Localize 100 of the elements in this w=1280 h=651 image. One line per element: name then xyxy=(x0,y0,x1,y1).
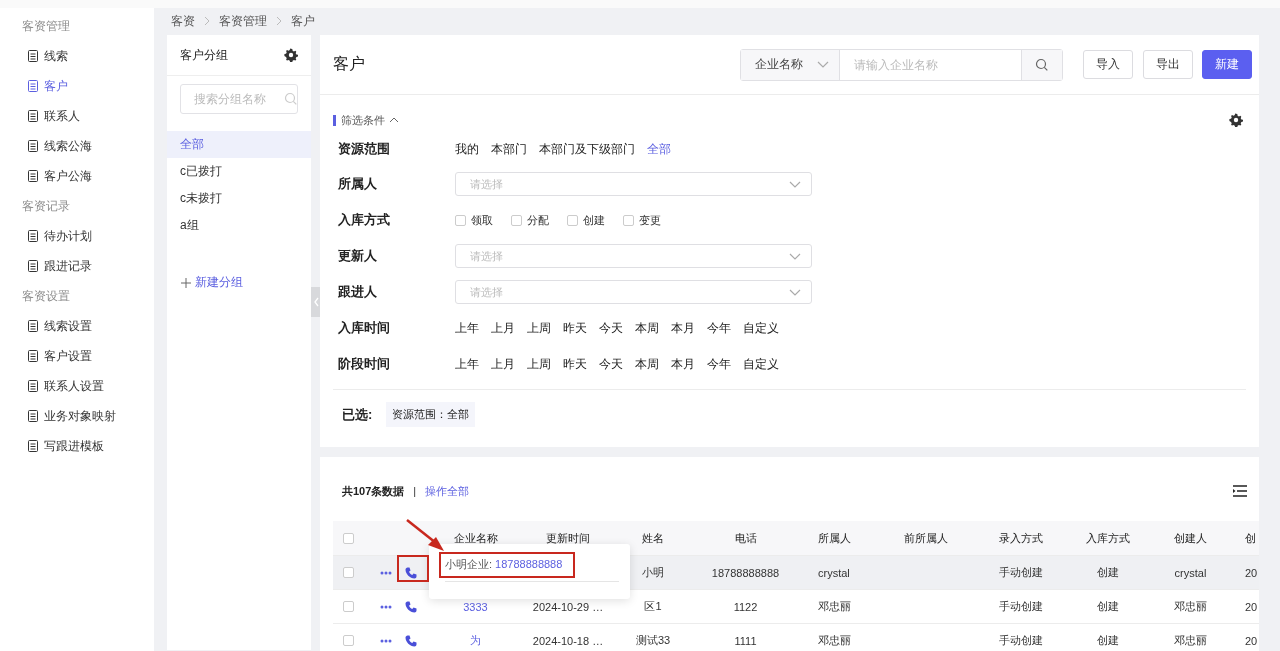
company-link[interactable]: 3333 xyxy=(463,600,488,613)
group-item[interactable]: a组 xyxy=(167,212,311,239)
action-button[interactable]: 导出 xyxy=(1143,50,1193,79)
plus-icon xyxy=(181,277,191,288)
filter-option[interactable]: 我的 xyxy=(455,140,479,158)
filter-option[interactable]: 今天 xyxy=(599,319,623,337)
document-icon xyxy=(27,259,39,273)
group-item[interactable]: c已拨打 xyxy=(167,158,311,185)
action-button[interactable]: 新建 xyxy=(1202,50,1252,79)
sidebar-item[interactable]: 跟进记录 xyxy=(0,258,154,274)
column-header: 创 xyxy=(1244,530,1257,546)
field-dropdown[interactable]: 企业名称 xyxy=(741,49,840,80)
filter-toggle[interactable]: 筛选条件 xyxy=(333,112,399,128)
sidebar-item[interactable]: 写跟进模板 xyxy=(0,438,154,454)
chevron-down-icon xyxy=(789,252,801,260)
filter-option[interactable]: 今天 xyxy=(599,355,623,373)
company-link[interactable]: 为 xyxy=(470,633,481,648)
operate-all-link[interactable]: 操作全部 xyxy=(425,483,470,499)
filter-option[interactable]: 本月 xyxy=(671,355,695,373)
document-icon xyxy=(27,409,39,423)
action-button[interactable]: 导入 xyxy=(1083,50,1133,79)
column-header: 创建人 xyxy=(1173,530,1208,546)
filter-option[interactable]: 全部 xyxy=(647,140,671,158)
filter-option[interactable]: 上周 xyxy=(527,355,551,373)
search-input[interactable]: 搜索分组名称 xyxy=(194,92,284,106)
filter-option[interactable]: 本周 xyxy=(635,319,659,337)
phone-icon xyxy=(405,600,417,613)
table-cell: 邓忠丽 xyxy=(818,599,851,614)
group-item[interactable]: c未拨打 xyxy=(167,185,311,212)
checkbox[interactable] xyxy=(511,214,522,226)
search-field[interactable]: 搜索分组名称 xyxy=(180,84,298,114)
table-cell: 小明 xyxy=(642,565,664,580)
search-icon xyxy=(1035,57,1049,72)
filter-option[interactable]: 本部门 xyxy=(491,140,527,158)
table-cell: 2024-10-18 … xyxy=(532,634,604,647)
table-cell: 手动创建 xyxy=(998,599,1043,614)
sidebar-item[interactable]: 线索设置 xyxy=(0,318,154,334)
checkbox[interactable] xyxy=(623,214,634,226)
column-header: 所属人 xyxy=(817,530,852,546)
column-header: 企业名称 xyxy=(452,530,499,546)
document-icon xyxy=(27,139,39,153)
search-button[interactable] xyxy=(1021,49,1062,80)
breadcrumb-link[interactable]: 客资管理 xyxy=(219,12,267,30)
more-icon xyxy=(380,638,392,643)
table-cell: 创建 xyxy=(1097,599,1119,614)
sidebar-item[interactable]: 客户 xyxy=(0,78,154,94)
filter-label: 所属人 xyxy=(338,175,378,193)
company-label: 小明企业: xyxy=(445,556,493,572)
table-cell: crystal xyxy=(818,566,850,579)
checkbox[interactable] xyxy=(455,214,466,226)
filter-option[interactable]: 自定义 xyxy=(743,355,779,373)
chevron-down-icon xyxy=(817,61,829,68)
add-group-link[interactable]: 新建分组 xyxy=(181,274,243,291)
filter-option[interactable]: 昨天 xyxy=(563,319,587,337)
filter-option[interactable]: 上周 xyxy=(527,319,551,337)
more-icon xyxy=(380,570,392,575)
checkbox[interactable] xyxy=(343,635,354,646)
table-row[interactable]: 为 2024-10-18 … 测试33 1111 邓忠丽 手动创建 创建 邓忠丽 20 xyxy=(333,624,1259,651)
checkbox[interactable] xyxy=(343,601,354,612)
sidebar-item[interactable]: 线索 xyxy=(0,48,154,64)
checkbox[interactable] xyxy=(343,567,354,578)
filter-option[interactable]: 今年 xyxy=(707,319,731,337)
filter-option[interactable]: 上年 xyxy=(455,355,479,373)
table-cell: 1122 xyxy=(733,600,758,613)
search-bar[interactable]: 企业名称 请输入企业名称 xyxy=(740,48,1063,81)
sidebar-item[interactable]: 线索公海 xyxy=(0,138,154,154)
phone-link[interactable]: 18788888888 xyxy=(495,558,563,570)
filter-option[interactable]: 上年 xyxy=(455,319,479,337)
sidebar-item[interactable]: 待办计划 xyxy=(0,228,154,244)
filter-option[interactable]: 今年 xyxy=(707,355,731,373)
filter-option[interactable]: 上月 xyxy=(491,355,515,373)
table-cell: 手动创建 xyxy=(998,565,1043,580)
section-title: 客资记录 xyxy=(21,198,71,214)
sidebar-item[interactable]: 联系人设置 xyxy=(0,378,154,394)
table-cell: 区1 xyxy=(644,599,662,614)
filter-option[interactable]: 昨天 xyxy=(563,355,587,373)
chevron-right-icon xyxy=(276,16,282,26)
sidebar-item[interactable]: 客户公海 xyxy=(0,168,154,184)
column-header: 前所属人 xyxy=(902,530,949,546)
phone-icon xyxy=(405,566,417,579)
checkbox[interactable] xyxy=(343,532,354,544)
filter-option[interactable]: 上月 xyxy=(491,319,515,337)
breadcrumb-link[interactable]: 客资 xyxy=(171,12,195,30)
column-header: 更新时间 xyxy=(545,530,591,546)
document-icon xyxy=(27,439,39,453)
sidebar-item[interactable]: 客户设置 xyxy=(0,348,154,364)
filter-option[interactable]: 本周 xyxy=(635,355,659,373)
sidebar-item[interactable]: 业务对象映射 xyxy=(0,408,154,424)
filter-option[interactable]: 本部门及下级部门 xyxy=(539,140,635,158)
sidebar-item[interactable]: 联系人 xyxy=(0,108,154,124)
table-cell: 邓忠丽 xyxy=(1174,633,1207,648)
filter-tag: 资源范围：全部 xyxy=(386,402,476,427)
checkbox[interactable] xyxy=(567,214,578,226)
breadcrumb-link[interactable]: 客户 xyxy=(291,12,315,30)
filter-option[interactable]: 本月 xyxy=(671,319,695,337)
page-title: 客户 xyxy=(333,54,366,74)
group-item[interactable]: 全部 xyxy=(167,131,311,158)
settings-icon xyxy=(1229,113,1243,127)
filter-option[interactable]: 自定义 xyxy=(743,319,779,337)
chevron-down-icon xyxy=(789,288,801,296)
